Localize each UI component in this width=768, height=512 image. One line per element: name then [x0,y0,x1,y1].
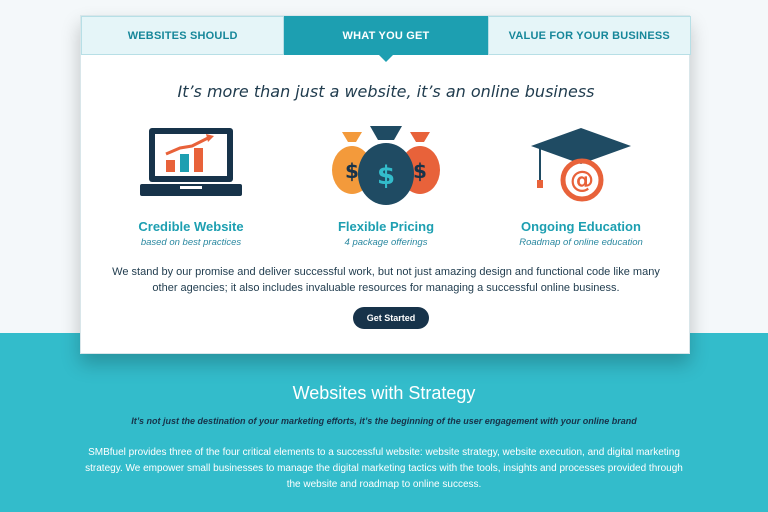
feature-ongoing-education: @ Ongoing Education Roadmap of online ed… [491,118,671,248]
card-description: We stand by our promise and deliver succ… [112,266,660,294]
svg-text:$: $ [345,159,359,183]
strategy-tagline: It’s not just the destination of your ma… [131,416,637,426]
feature-title: Ongoing Education [521,219,641,234]
laptop-chart-icon [101,118,281,206]
tab-what-you-get[interactable]: WHAT YOU GET [284,16,488,62]
feature-subtitle: based on best practices [140,237,242,248]
feature-title: Credible Website [138,219,244,234]
graduation-cap-icon: @ [491,118,671,206]
card-headline: It’s more than just a website, it’s an o… [177,82,595,101]
svg-text:$: $ [377,161,395,191]
get-started-button[interactable]: Get Started [353,307,429,329]
feature-title: Flexible Pricing [337,219,435,234]
tab-websites-should[interactable]: WEBSITES SHOULD [81,16,285,55]
svg-text:$: $ [413,159,427,183]
strategy-description: SMBfuel provides three of the four criti… [85,447,683,490]
strategy-heading: Websites with Strategy [292,383,476,403]
feature-flexible-pricing: $ $ $ Flexible Pricing 4 package offerin… [296,118,476,248]
tab-bar: WEBSITES SHOULD WHAT YOU GET VALUE FOR Y… [81,16,691,62]
what-you-get-card: WEBSITES SHOULD WHAT YOU GET VALUE FOR Y… [80,15,691,354]
feature-subtitle: Roadmap of online education [519,237,643,248]
tab-value-for-your-business[interactable]: VALUE FOR YOUR BUSINESS [487,16,691,55]
feature-subtitle: 4 package offerings [344,237,428,248]
svg-text:@: @ [570,166,594,194]
feature-credible-website: Credible Website based on best practices [101,118,281,248]
money-bags-icon: $ $ $ [296,118,476,206]
